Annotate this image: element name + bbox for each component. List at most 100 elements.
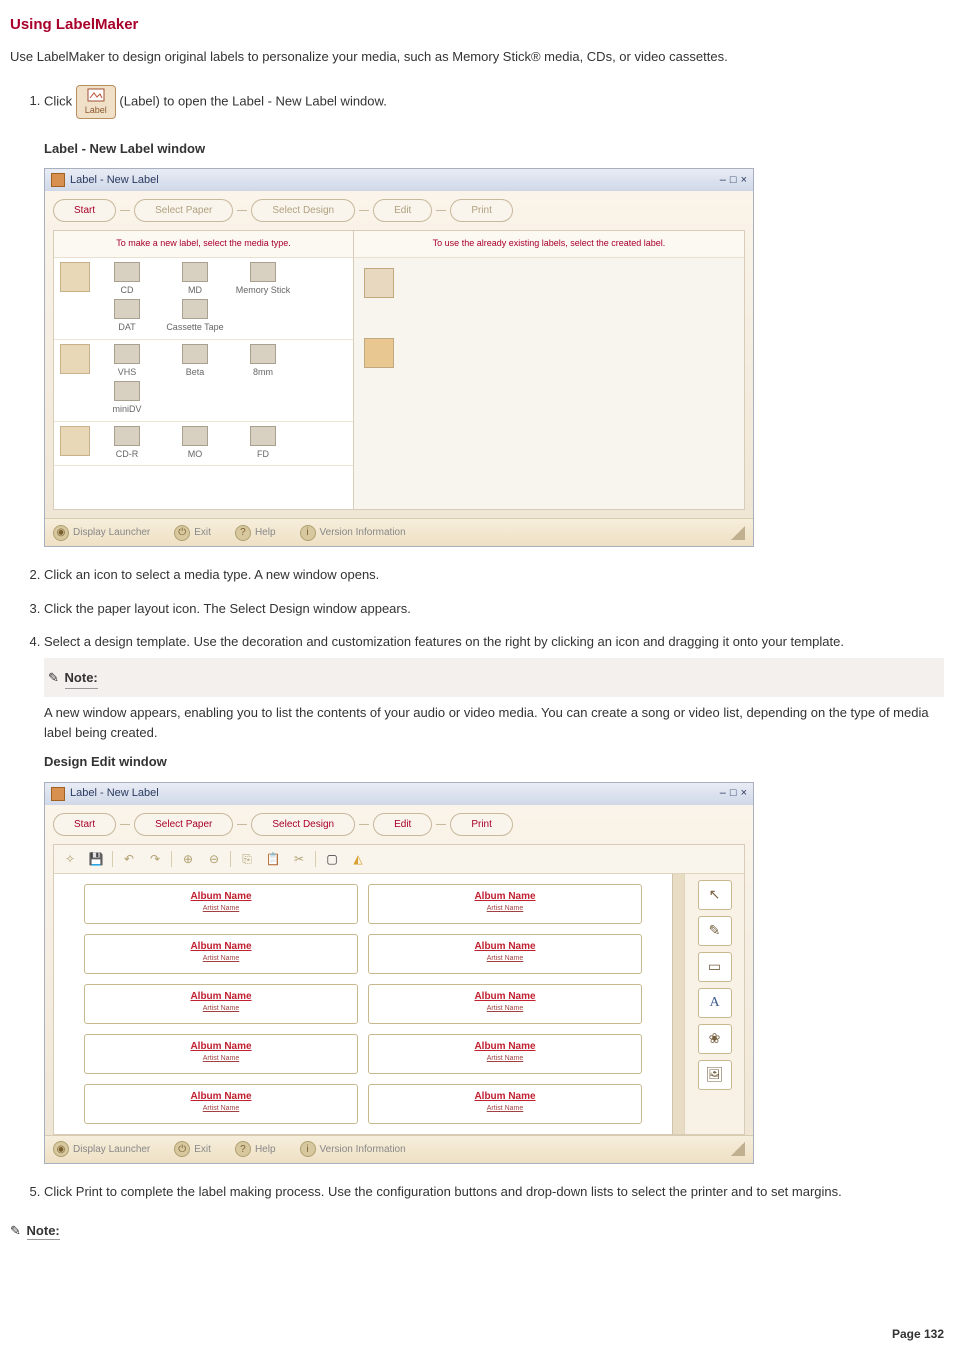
step-1-before: Click	[44, 93, 76, 108]
display-launcher-button[interactable]: ◉Display Launcher	[53, 1141, 150, 1157]
media-cdr[interactable]: CD-R	[96, 426, 158, 462]
media-fd[interactable]: FD	[232, 426, 294, 462]
bold-rect-icon[interactable]: ▢	[322, 849, 342, 869]
app-icon	[51, 173, 65, 187]
copy-icon[interactable]: ⎘	[237, 849, 257, 869]
save-icon[interactable]: 💾	[86, 849, 106, 869]
step-1-after: (Label) to open the Label - New Label wi…	[119, 93, 386, 108]
image-tool-icon[interactable]: 🖼	[698, 1060, 732, 1090]
step-4-text: Select a design template. Use the decora…	[44, 634, 844, 649]
label-cell[interactable]: Album NameArtist Name	[368, 984, 642, 1024]
label-cell[interactable]: Album NameArtist Name	[368, 1034, 642, 1074]
media-memorystick[interactable]: Memory Stick	[232, 262, 294, 298]
undo-icon[interactable]: ↶	[119, 849, 139, 869]
version-info-button[interactable]: iVersion Information	[300, 1141, 406, 1157]
close-button[interactable]: ×	[741, 785, 747, 802]
steps-list: Click Label (Label) to open the Label - …	[10, 85, 944, 1202]
wizard-edit[interactable]: Edit	[373, 199, 432, 222]
label-cell[interactable]: Album NameArtist Name	[84, 984, 358, 1024]
media-minidv[interactable]: miniDV	[96, 381, 158, 417]
step-4: Select a design template. Use the decora…	[44, 632, 944, 1164]
wizard-select-paper[interactable]: Select Paper	[134, 199, 233, 222]
app-footer: ◉Display Launcher ⏻Exit ?Help iVersion I…	[45, 518, 753, 546]
titlebar: Label - New Label – □ ×	[45, 783, 753, 805]
wizard-select-design[interactable]: Select Design	[251, 813, 355, 836]
edit-main: Album NameArtist Name Album NameArtist N…	[54, 874, 744, 1134]
app-footer: ◉Display Launcher ⏻Exit ?Help iVersion I…	[45, 1135, 753, 1163]
window-title: Label - New Label	[70, 172, 159, 189]
wizard-select-paper[interactable]: Select Paper	[134, 813, 233, 836]
minimize-button[interactable]: –	[720, 785, 726, 802]
warning-icon[interactable]: ◭	[348, 849, 368, 869]
tool-palette: ↖ ✎ ▭ A ❀ 🖼	[684, 874, 744, 1134]
existing-label-1[interactable]	[364, 268, 394, 298]
resize-grip[interactable]	[731, 526, 745, 540]
maximize-button[interactable]: □	[730, 785, 737, 802]
pointer-tool-icon[interactable]: ↖	[698, 880, 732, 910]
help-button[interactable]: ?Help	[235, 1141, 276, 1157]
vertical-scrollbar[interactable]	[672, 874, 684, 1134]
page-title: Using LabelMaker	[10, 16, 944, 33]
category-icon	[60, 426, 90, 456]
exit-button[interactable]: ⏻Exit	[174, 525, 211, 541]
bottom-note: ✎ Note:	[10, 1215, 944, 1246]
wizard-steps: Start Select Paper Select Design Edit Pr…	[53, 199, 745, 222]
new-label-window-caption: Label - New Label window	[44, 139, 944, 159]
existing-label-2[interactable]	[364, 338, 394, 368]
zoom-out-icon[interactable]: ⊖	[204, 849, 224, 869]
label-cell[interactable]: Album NameArtist Name	[84, 1034, 358, 1074]
category-icon	[60, 344, 90, 374]
media-8mm[interactable]: 8mm	[232, 344, 294, 380]
paste-icon[interactable]: 📋	[263, 849, 283, 869]
edit-toolbar: ✧ 💾 ↶ ↷ ⊕ ⊖ ⎘ 📋 ✂ ▢ ◭	[54, 845, 744, 874]
media-vhs[interactable]: VHS	[96, 344, 158, 380]
help-button[interactable]: ?Help	[235, 525, 276, 541]
display-launcher-button[interactable]: ◉Display Launcher	[53, 525, 150, 541]
design-edit-window: Label - New Label – □ × Start Select Pap…	[44, 782, 754, 1164]
wizard-print[interactable]: Print	[450, 813, 513, 836]
step-3: Click the paper layout icon. The Select …	[44, 599, 944, 619]
wizard-print[interactable]: Print	[450, 199, 513, 222]
note-block: ✎ Note:	[44, 658, 944, 698]
pencil-tool-icon[interactable]: ✎	[698, 916, 732, 946]
version-info-button[interactable]: iVersion Information	[300, 525, 406, 541]
wizard-start[interactable]: Start	[53, 199, 116, 222]
text-tool-icon[interactable]: A	[698, 988, 732, 1018]
minimize-button[interactable]: –	[720, 172, 726, 189]
label-cell[interactable]: Album NameArtist Name	[84, 1084, 358, 1124]
step-5: Click Print to complete the label making…	[44, 1182, 944, 1202]
intro-text: Use LabelMaker to design original labels…	[10, 47, 944, 67]
label-cell[interactable]: Album NameArtist Name	[368, 1084, 642, 1124]
new-icon[interactable]: ✧	[60, 849, 80, 869]
titlebar: Label - New Label – □ ×	[45, 169, 753, 191]
media-dat[interactable]: DAT	[96, 299, 158, 335]
stamp-tool-icon[interactable]: ❀	[698, 1024, 732, 1054]
note-body: A new window appears, enabling you to li…	[44, 703, 944, 742]
redo-icon[interactable]: ↷	[145, 849, 165, 869]
label-cell[interactable]: Album NameArtist Name	[84, 884, 358, 924]
bottom-note-heading: Note:	[27, 1223, 60, 1240]
label-icon-caption: Label	[77, 104, 115, 118]
media-cassette[interactable]: Cassette Tape	[164, 299, 226, 335]
wizard-start[interactable]: Start	[53, 813, 116, 836]
resize-grip[interactable]	[731, 1142, 745, 1156]
close-button[interactable]: ×	[741, 172, 747, 189]
label-cell[interactable]: Album NameArtist Name	[368, 884, 642, 924]
zoom-in-icon[interactable]: ⊕	[178, 849, 198, 869]
exit-button[interactable]: ⏻Exit	[174, 1141, 211, 1157]
media-mo[interactable]: MO	[164, 426, 226, 462]
label-cell[interactable]: Album NameArtist Name	[368, 934, 642, 974]
media-beta[interactable]: Beta	[164, 344, 226, 380]
page-number: Page 132	[892, 1327, 944, 1341]
rectangle-tool-icon[interactable]: ▭	[698, 952, 732, 982]
cut-icon[interactable]: ✂	[289, 849, 309, 869]
window-title: Label - New Label	[70, 785, 159, 802]
wizard-edit[interactable]: Edit	[373, 813, 432, 836]
media-type-pane: To make a new label, select the media ty…	[54, 231, 354, 509]
maximize-button[interactable]: □	[730, 172, 737, 189]
media-md[interactable]: MD	[164, 262, 226, 298]
media-cd[interactable]: CD	[96, 262, 158, 298]
wizard-select-design[interactable]: Select Design	[251, 199, 355, 222]
label-canvas[interactable]: Album NameArtist Name Album NameArtist N…	[54, 874, 672, 1134]
label-cell[interactable]: Album NameArtist Name	[84, 934, 358, 974]
